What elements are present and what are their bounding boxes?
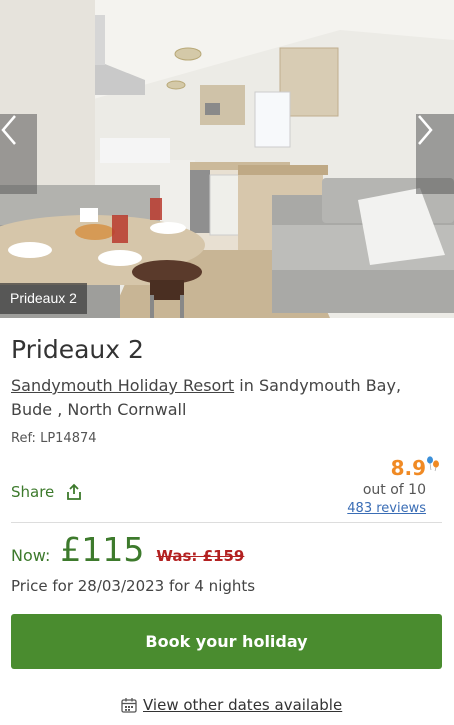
rating-summary: 8.9 out of 10 483 reviews xyxy=(347,456,426,516)
other-dates-link[interactable]: View other dates available xyxy=(121,696,342,714)
property-location: Sandymouth Holiday Resort in Sandymouth … xyxy=(11,374,431,422)
balloons-icon xyxy=(427,456,439,472)
now-label: Now: xyxy=(11,546,51,565)
was-price: Was: £159 xyxy=(156,547,245,565)
price-note: Price for 28/03/2023 for 4 nights xyxy=(11,577,256,595)
divider xyxy=(11,522,442,523)
book-holiday-button[interactable]: Book your holiday xyxy=(11,614,442,669)
gallery-prev-button[interactable] xyxy=(0,114,37,194)
reviews-link[interactable]: 483 reviews xyxy=(347,501,426,516)
property-photo-gallery[interactable]: Prideaux 2 xyxy=(0,0,454,318)
share-icon xyxy=(67,483,82,500)
share-label: Share xyxy=(11,483,55,501)
resort-link[interactable]: Sandymouth Holiday Resort xyxy=(11,376,234,395)
share-button[interactable]: Share xyxy=(11,483,82,501)
property-ref: Ref: LP14874 xyxy=(11,431,97,446)
gallery-caption: Prideaux 2 xyxy=(0,283,87,314)
chevron-left-icon xyxy=(1,115,16,145)
interior-photo xyxy=(0,0,454,318)
other-dates-label: View other dates available xyxy=(143,696,343,714)
property-title: Prideaux 2 xyxy=(11,335,144,364)
rating-score: 8.9 xyxy=(390,456,426,480)
rating-out-of: out of 10 xyxy=(362,482,426,498)
calendar-icon xyxy=(121,698,137,713)
gallery-next-button[interactable] xyxy=(416,114,454,194)
current-price: £115 xyxy=(60,530,145,569)
chevron-right-icon xyxy=(418,115,433,145)
price-row: Now: £115 Was: £159 xyxy=(11,530,244,569)
